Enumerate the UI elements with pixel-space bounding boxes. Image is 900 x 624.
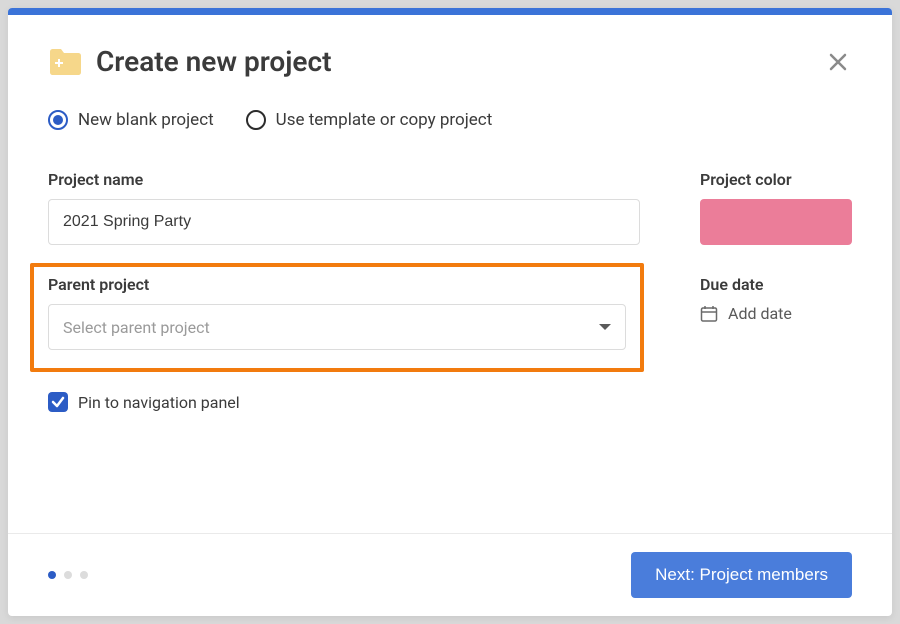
modal-title: Create new project	[96, 45, 332, 78]
project-color-field: Project color	[700, 170, 852, 245]
project-name-field: Project name	[48, 170, 640, 245]
radio-use-template[interactable]: Use template or copy project	[246, 110, 493, 130]
project-name-label: Project name	[48, 170, 640, 189]
project-color-label: Project color	[700, 170, 852, 189]
project-type-radios: New blank project Use template or copy p…	[48, 110, 852, 130]
step-dots	[48, 571, 88, 579]
pin-checkbox-label: Pin to navigation panel	[78, 393, 240, 412]
check-icon	[51, 395, 65, 409]
add-date-button[interactable]: Add date	[700, 304, 852, 323]
radio-selected-icon	[48, 110, 68, 130]
parent-project-highlight: Parent project Select parent project	[30, 263, 644, 372]
project-color-swatch[interactable]	[700, 199, 852, 245]
add-date-label: Add date	[728, 304, 792, 323]
modal-content: Create new project New blank project Use…	[8, 15, 892, 533]
parent-project-label: Parent project	[48, 275, 626, 294]
step-dot-1[interactable]	[48, 571, 56, 579]
parent-project-field: Parent project Select parent project	[48, 275, 626, 350]
step-dot-2[interactable]	[64, 571, 72, 579]
pin-checkbox-row[interactable]: Pin to navigation panel	[48, 392, 852, 412]
modal-header: Create new project	[48, 45, 852, 78]
project-name-input[interactable]	[48, 199, 640, 245]
chevron-down-icon	[599, 324, 611, 330]
radio-blank-label: New blank project	[78, 110, 214, 130]
pin-checkbox	[48, 392, 68, 412]
form-grid: Project name Project color Parent projec…	[48, 170, 852, 372]
parent-project-select[interactable]: Select parent project	[48, 304, 626, 350]
radio-blank-project[interactable]: New blank project	[48, 110, 214, 130]
close-icon	[828, 52, 848, 72]
radio-template-label: Use template or copy project	[276, 110, 493, 130]
modal-footer: Next: Project members	[8, 533, 892, 616]
due-date-label: Due date	[700, 275, 852, 294]
next-button[interactable]: Next: Project members	[631, 552, 852, 598]
due-date-field: Due date Add date	[700, 275, 852, 372]
create-project-modal: Create new project New blank project Use…	[8, 8, 892, 616]
close-button[interactable]	[824, 48, 852, 76]
step-dot-3[interactable]	[80, 571, 88, 579]
header-left: Create new project	[48, 45, 332, 78]
parent-project-placeholder: Select parent project	[63, 318, 210, 337]
calendar-icon	[700, 305, 718, 323]
modal-top-accent	[8, 8, 892, 15]
radio-unselected-icon	[246, 110, 266, 130]
folder-plus-icon	[48, 48, 82, 76]
